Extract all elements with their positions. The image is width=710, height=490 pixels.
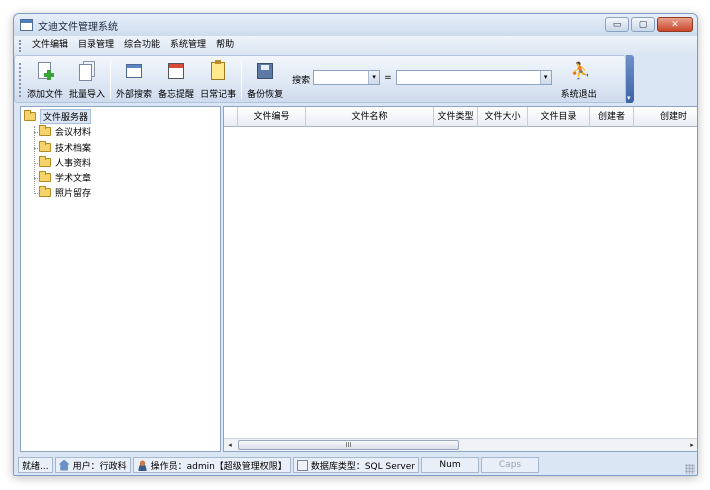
column-header-file-type[interactable]: 文件类型 [434,107,478,127]
calendar-icon [166,61,186,81]
status-caps-text: Caps [498,460,522,470]
grid-header: 文件编号 文件名称 文件类型 文件大小 文件目录 创建者 创建时 [224,107,697,127]
title-bar[interactable]: 文迪文件管理系统 ▭ ▢ ✕ [14,14,697,36]
scroll-left-icon[interactable]: ◂ [224,439,236,451]
window-controls: ▭ ▢ ✕ [605,17,693,32]
window-title: 文迪文件管理系统 [38,21,118,33]
folder-icon [39,186,51,197]
memo-reminder-button[interactable]: 备忘提醒 [155,56,197,102]
menu-system[interactable]: 系统管理 [165,36,211,55]
column-header-file-dir[interactable]: 文件目录 [528,107,590,127]
menu-grip-handle[interactable] [19,39,22,52]
toolbar-separator [241,61,243,99]
status-bar: 就绪... 用户：行政科 操作员：admin【超级管理权限】 数据库类型：SQL… [14,454,697,475]
app-window-icon [20,19,33,31]
tree-item-personnel[interactable]: 人事资料 [39,156,91,169]
status-user-text: 用户：行政科 [72,461,127,472]
tree-item-photos[interactable]: 照片留存 [39,186,91,199]
horizontal-scrollbar[interactable]: ◂ III ▸ [224,438,697,451]
column-header-file-name[interactable]: 文件名称 [306,107,434,127]
search-field-select[interactable]: ▾ [313,70,381,85]
batch-import-button[interactable]: 批量导入 [66,56,108,102]
column-header-file-no[interactable]: 文件编号 [238,107,306,127]
scroll-thumb[interactable]: III [238,440,459,450]
status-user: 用户：行政科 [54,457,131,473]
toolbar-overflow-button[interactable] [626,55,634,103]
tree-item-tech[interactable]: 技术档案 [39,141,91,154]
equals-sign: = [384,73,392,83]
search-value-combo[interactable]: ▾ [395,70,552,85]
home-icon [58,459,70,471]
folder-icon [39,156,51,167]
chevron-down-icon[interactable]: ▾ [539,71,551,84]
external-search-label: 外部搜索 [116,90,153,100]
tree-item-academic[interactable]: 学术文章 [39,171,91,184]
folder-icon [39,171,51,182]
row-header-stub [224,107,238,127]
status-num-text: Num [439,460,461,470]
status-caps: Caps [481,457,539,473]
tree-item-label: 学术文章 [55,174,92,184]
tree-item-label: 技术档案 [55,144,92,154]
backup-restore-label: 备份恢复 [247,90,284,100]
add-file-icon [35,61,55,81]
tree-item-label: 人事资料 [55,159,92,169]
add-file-button[interactable]: 添加文件 [24,56,66,102]
external-search-button[interactable]: 外部搜索 [113,56,155,102]
toolbar-separator [110,61,112,99]
column-header-file-size[interactable]: 文件大小 [478,107,528,127]
status-ready-text: 就绪... [22,461,49,472]
menu-directory[interactable]: 目录管理 [73,36,119,55]
status-operator: 操作员：admin【超级管理权限】 [132,457,291,473]
status-num: Num [421,457,479,473]
database-icon [296,459,308,471]
menu-functions[interactable]: 综合功能 [119,36,165,55]
daily-notes-button[interactable]: 日常记事 [197,56,239,102]
system-exit-button[interactable]: ⛹ 系统退出 [558,56,600,102]
close-button[interactable]: ✕ [657,17,693,32]
search-label: 搜索 [292,76,311,86]
notepad-icon [208,60,228,81]
batch-import-label: 批量导入 [69,90,106,100]
floppy-disk-icon [255,61,275,81]
backup-restore-button[interactable]: 备份恢复 [244,56,286,102]
tree-item-meeting[interactable]: 会议材料 [39,125,91,138]
system-exit-label: 系统退出 [560,90,597,100]
menu-bar: 文件编辑 目录管理 综合功能 系统管理 帮助 [14,36,697,55]
add-file-label: 添加文件 [27,90,64,100]
memo-reminder-label: 备忘提醒 [158,90,195,100]
folder-tree: 文件服务器 会议材料 技术档案 人事资料 学术文章 照片留存 [20,106,221,452]
folder-icon [39,141,51,152]
daily-notes-label: 日常记事 [200,90,237,100]
tree-connector [34,126,35,192]
minimize-button[interactable]: ▭ [605,17,629,32]
tree-root-label: 文件服务器 [40,109,92,124]
file-grid: 文件编号 文件名称 文件类型 文件大小 文件目录 创建者 创建时 ◂ III ▸ [223,106,697,452]
tree-root[interactable]: 文件服务器 [24,109,92,124]
menu-file-edit[interactable]: 文件编辑 [27,36,73,55]
column-header-created-time[interactable]: 创建时 [634,107,697,127]
column-header-creator[interactable]: 创建者 [590,107,634,127]
user-icon [136,459,148,471]
running-man-icon: ⛹ [570,61,591,80]
toolbar: 添加文件 批量导入 外部搜索 备忘提醒 日常记事 备份恢复 搜索 ▾ = ▾ ⛹… [14,55,626,103]
scroll-right-icon[interactable]: ▸ [686,439,697,451]
batch-import-icon [77,61,97,81]
status-ready: 就绪... [18,457,53,473]
main-window: 文迪文件管理系统 ▭ ▢ ✕ 文件编辑 目录管理 综合功能 系统管理 帮助 添加… [13,13,698,476]
chevron-down-icon[interactable]: ▾ [368,71,380,84]
status-db-type: 数据库类型：SQL Server [292,457,419,473]
status-operator-text: 操作员：admin【超级管理权限】 [150,461,287,472]
resize-grip-handle[interactable] [685,464,695,474]
tree-item-label: 会议材料 [55,128,92,138]
external-search-icon [124,61,144,81]
maximize-button[interactable]: ▢ [631,17,655,32]
status-db-text: 数据库类型：SQL Server [310,461,415,472]
menu-help[interactable]: 帮助 [211,36,239,55]
toolbar-grip-handle[interactable] [19,63,22,97]
folder-icon [39,125,51,136]
folder-open-icon [24,110,36,121]
tree-item-label: 照片留存 [55,189,92,199]
